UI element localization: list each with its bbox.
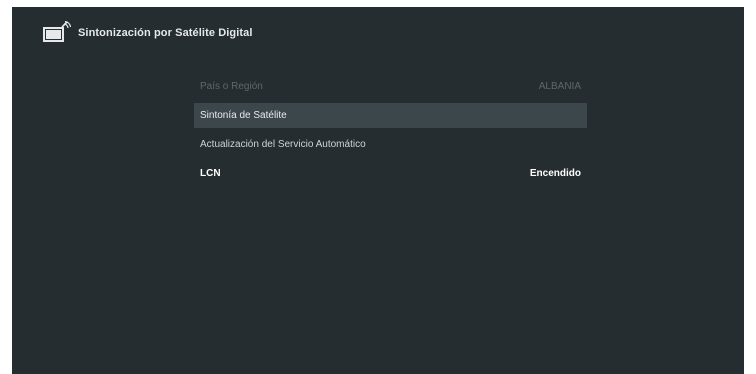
menu-item-lcn[interactable]: LCN Encendido	[194, 161, 587, 186]
menu-item-value: ALBANIA	[538, 81, 581, 92]
menu-item-label: LCN	[200, 168, 221, 179]
menu-item-value: Encendido	[529, 168, 581, 179]
menu-item-label: Sintonía de Satélite	[200, 110, 287, 121]
settings-menu: País o Región ALBANIA Sintonía de Satéli…	[194, 74, 587, 190]
tv-settings-screen: Sintonización por Satélite Digital País …	[12, 7, 744, 374]
page-title: Sintonización por Satélite Digital	[78, 27, 253, 39]
menu-item-label: País o Región	[200, 81, 263, 92]
menu-item-country-region: País o Región ALBANIA	[194, 74, 587, 99]
satellite-tv-icon	[42, 20, 72, 45]
menu-item-automatic-service-update[interactable]: Actualización del Servicio Automático	[194, 132, 587, 157]
menu-item-satellite-tuning[interactable]: Sintonía de Satélite	[194, 103, 587, 128]
menu-item-label: Actualización del Servicio Automático	[200, 139, 366, 150]
screen-header: Sintonización por Satélite Digital	[42, 19, 253, 47]
